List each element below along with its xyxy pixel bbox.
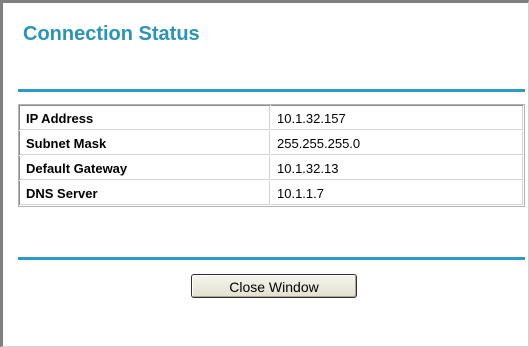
ip-address-label: IP Address	[19, 105, 271, 131]
table-row-dns-server: DNS Server 10.1.1.7	[19, 180, 524, 206]
ip-address-value: 10.1.32.157	[270, 105, 524, 131]
header-divider	[18, 89, 525, 92]
dns-server-label: DNS Server	[19, 180, 271, 206]
subnet-mask-label: Subnet Mask	[19, 130, 271, 156]
connection-status-table: IP Address 10.1.32.157 Subnet Mask 255.2…	[18, 104, 525, 207]
footer-divider	[18, 257, 525, 260]
subnet-mask-value: 255.255.255.0	[270, 130, 524, 156]
close-window-button[interactable]: Close Window	[191, 274, 357, 298]
dns-server-value: 10.1.1.7	[270, 180, 524, 206]
table-row-default-gateway: Default Gateway 10.1.32.13	[19, 155, 524, 181]
page-title: Connection Status	[23, 23, 200, 45]
table-row-subnet-mask: Subnet Mask 255.255.255.0	[19, 130, 524, 156]
table-row-ip-address: IP Address 10.1.32.157	[19, 105, 524, 131]
default-gateway-label: Default Gateway	[19, 155, 271, 181]
default-gateway-value: 10.1.32.13	[270, 155, 524, 181]
connection-status-window: Connection Status IP Address 10.1.32.157…	[0, 0, 529, 347]
